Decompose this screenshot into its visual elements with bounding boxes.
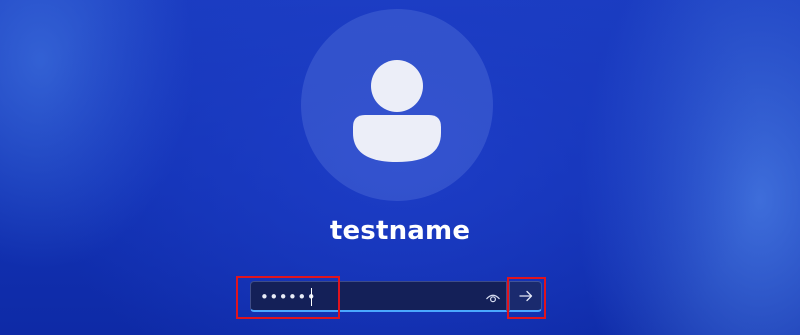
user-avatar: [301, 9, 493, 201]
user-name: testname: [329, 216, 471, 246]
reveal-password-button[interactable]: [485, 290, 501, 304]
eye-icon: [486, 294, 500, 303]
text-caret: [311, 288, 312, 306]
password-masked-value: ••••••: [260, 288, 317, 306]
user-silhouette-icon: [353, 60, 441, 162]
arrow-right-icon: [519, 290, 533, 302]
submit-button[interactable]: [509, 281, 542, 312]
password-input[interactable]: ••••••: [250, 281, 507, 312]
